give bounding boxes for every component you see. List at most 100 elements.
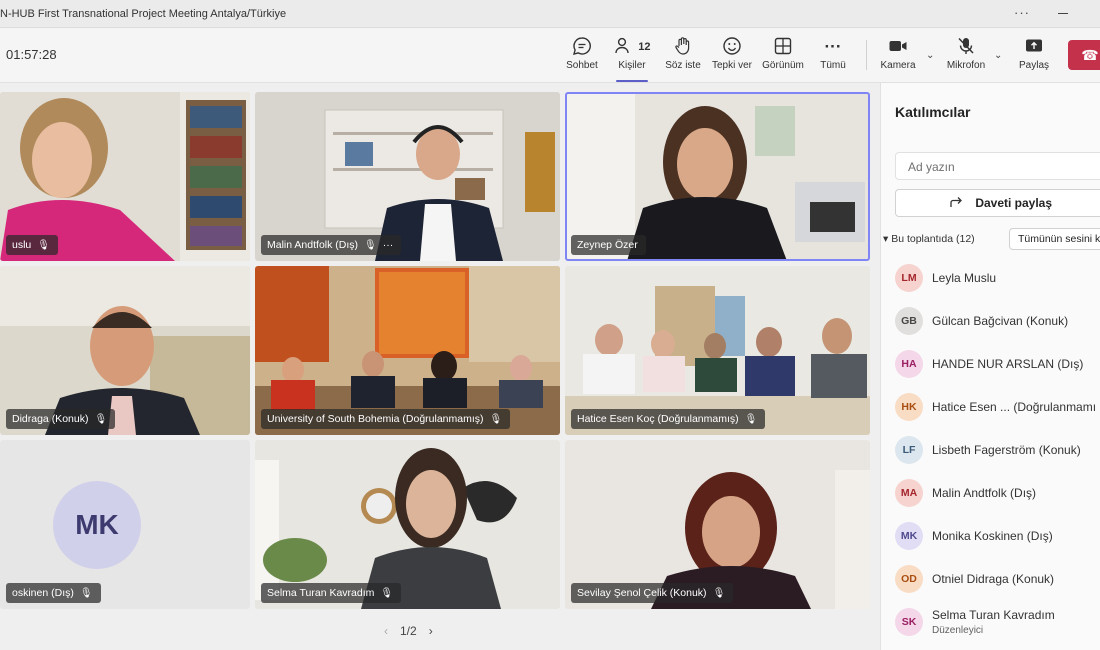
next-page-chevron-icon[interactable]: › — [429, 624, 433, 638]
participant-name: Otniel Didraga (Konuk) — [932, 572, 1055, 586]
participant-name-tag: oskinen (Dış) 🎙︎ — [6, 583, 101, 603]
more-actions-button[interactable]: ··· Tümü — [806, 36, 860, 80]
participant-name-tag: Didraga (Konuk) 🎙︎ — [6, 409, 116, 429]
share-icon — [950, 196, 967, 210]
video-tile[interactable]: Sevilay Şenol Çelik (Konuk) 🎙︎ — [565, 440, 870, 609]
participant-role: Düzenleyici — [932, 625, 984, 636]
react-button[interactable]: Tepki ver — [705, 36, 759, 80]
more-horizontal-icon: ··· — [824, 37, 842, 56]
microphone-button[interactable]: Mikrofon — [939, 36, 993, 80]
participant-list-item[interactable]: LF Lisbeth Fagerström (Konuk) — [895, 433, 1100, 476]
participant-name: Gülcan Bağcivan (Konuk) — [932, 314, 1069, 328]
participant-list-item[interactable]: GB Gülcan Bağcivan (Konuk) — [895, 304, 1100, 347]
camera-label: Kamera — [880, 60, 916, 71]
video-tile[interactable]: Didraga (Konuk) 🎙︎ — [0, 266, 250, 435]
chevron-down-icon: ▾ — [883, 233, 889, 245]
video-camera-icon — [871, 36, 925, 58]
muted-mic-icon: 🎙︎ — [79, 588, 93, 599]
microphone-label: Mikrofon — [946, 60, 986, 71]
muted-mic-icon: 🎙︎ — [94, 414, 108, 425]
participant-name: Didraga (Konuk) — [12, 413, 89, 425]
muted-mic-icon: 🎙︎ — [712, 588, 726, 599]
hand-icon — [656, 36, 710, 58]
share-screen-icon — [1007, 36, 1061, 58]
video-tile[interactable]: Hatice Esen Koç (Doğrulanmamış) 🎙︎ — [565, 266, 870, 435]
toolbar-divider — [866, 40, 867, 70]
participant-list: LM Leyla Muslu GB Gülcan Bağcivan (Konuk… — [895, 261, 1100, 648]
video-tile[interactable]: Malin Andtfolk (Dış) 🎙︎ ··· — [255, 92, 560, 261]
participant-name: oskinen (Dış) — [12, 587, 74, 599]
participant-name: Hatice Esen Koç (Doğrulanmamış) — [577, 413, 739, 425]
share-invite-button[interactable]: Daveti paylaş — [895, 189, 1100, 217]
meeting-toolbar: 01:57:28 Sohbet 12 Kişiler Söz iste Tepk… — [0, 28, 1100, 83]
microphone-options-chevron-icon[interactable]: ⌄ — [994, 50, 1002, 61]
participant-name: Malin Andtfolk (Dış) — [267, 239, 359, 251]
previous-page-chevron-icon[interactable]: ‹ — [384, 624, 388, 638]
video-tile[interactable]: Selma Turan Kavradım 🎙︎ — [255, 440, 560, 609]
grid-view-icon — [756, 36, 810, 58]
participant-name: Selma Turan Kavradım — [932, 608, 1055, 622]
participant-list-item[interactable]: LM Leyla Muslu — [895, 261, 1100, 304]
view-button[interactable]: Görünüm — [756, 36, 810, 80]
smiley-icon — [705, 36, 759, 58]
more-options-icon[interactable]: ··· — [383, 239, 394, 251]
raise-hand-button[interactable]: Söz iste — [656, 36, 710, 80]
people-count: 12 — [638, 41, 651, 53]
participant-list-item[interactable]: MA Malin Andtfolk (Dış) — [895, 476, 1100, 519]
avatar: HK — [895, 393, 923, 421]
participant-name-tag: Sevilay Şenol Çelik (Konuk) 🎙︎ — [571, 583, 734, 603]
search-placeholder: Ad yazın — [908, 160, 955, 174]
camera-button[interactable]: Kamera — [871, 36, 925, 80]
participant-name-tag: Zeynep Özer — [571, 235, 646, 255]
participant-name: Sevilay Şenol Çelik (Konuk) — [577, 587, 707, 599]
section-label: Bu toplantıda (12) — [891, 233, 975, 245]
minimize-icon[interactable] — [1058, 13, 1068, 14]
participant-list-item[interactable]: HK Hatice Esen ... (Doğrulanmamı — [895, 390, 1100, 433]
phone-hangup-icon: ☎ — [1081, 47, 1099, 63]
people-button[interactable]: 12 Kişiler — [605, 36, 659, 82]
video-tile[interactable]: University of South Bohemia (Doğrulanmam… — [255, 266, 560, 435]
participant-name-tag: University of South Bohemia (Doğrulanmam… — [261, 409, 511, 429]
leave-call-button[interactable]: ☎ — [1068, 40, 1100, 70]
chat-label: Sohbet — [566, 60, 598, 71]
video-tile[interactable]: MK oskinen (Dış) 🎙︎ — [0, 440, 250, 609]
participant-list-item[interactable]: HA HANDE NUR ARSLAN (Dış) — [895, 347, 1100, 390]
window-more-icon[interactable]: ··· — [1014, 5, 1030, 20]
raise-hand-label: Söz iste — [665, 60, 701, 71]
muted-mic-icon: 🎙︎ — [37, 240, 50, 251]
participant-list-item[interactable]: MK Monika Koskinen (Dış) — [895, 519, 1100, 562]
participant-name: Monika Koskinen (Dış) — [932, 529, 1053, 543]
avatar: LF — [895, 436, 923, 464]
participant-list-item[interactable]: SK Selma Turan Kavradım Düzenleyici — [895, 605, 1100, 648]
participant-name-tag: Selma Turan Kavradım 🎙︎ — [261, 583, 402, 603]
avatar: MK — [895, 522, 923, 550]
mute-all-button[interactable]: Tümünün sesini k — [1009, 228, 1100, 250]
title-bar: N-HUB First Transnational Project Meetin… — [0, 0, 1100, 28]
participant-name-tag: Hatice Esen Koç (Doğrulanmamış) 🎙︎ — [571, 409, 766, 429]
participant-list-item[interactable]: OD Otniel Didraga (Konuk) — [895, 562, 1100, 605]
video-tile-active-speaker[interactable]: Zeynep Özer — [565, 92, 870, 261]
chat-button[interactable]: Sohbet — [555, 36, 609, 80]
people-label: Kişiler — [618, 60, 646, 71]
muted-mic-icon: 🎙︎ — [489, 414, 503, 425]
avatar: MA — [895, 479, 923, 507]
chat-icon — [555, 36, 609, 58]
participant-search-input[interactable]: Ad yazın — [895, 152, 1100, 180]
participant-name-tag: Malin Andtfolk (Dış) 🎙︎ ··· — [261, 235, 402, 255]
avatar: LM — [895, 264, 923, 292]
camera-options-chevron-icon[interactable]: ⌄ — [926, 50, 934, 61]
participant-name: Selma Turan Kavradım — [267, 587, 375, 599]
share-button[interactable]: Paylaş — [1007, 36, 1061, 80]
panel-title: Katılımcılar — [895, 104, 971, 120]
react-label: Tepki ver — [711, 60, 752, 71]
more-label: Tümü — [820, 60, 846, 71]
page-indicator: 1/2 — [400, 624, 417, 638]
participant-name: Malin Andtfolk (Dış) — [932, 486, 1037, 500]
avatar: GB — [895, 307, 923, 335]
muted-mic-icon: 🎙︎ — [744, 414, 758, 425]
participant-avatar: MK — [53, 481, 141, 569]
video-tile[interactable]: uslu 🎙︎ — [0, 92, 250, 261]
people-icon: 12 — [605, 36, 659, 58]
participants-panel: Katılımcılar Ad yazın Daveti paylaş ▾ Bu… — [880, 83, 1100, 650]
in-meeting-section-toggle[interactable]: ▾ Bu toplantıda (12) — [883, 233, 975, 245]
